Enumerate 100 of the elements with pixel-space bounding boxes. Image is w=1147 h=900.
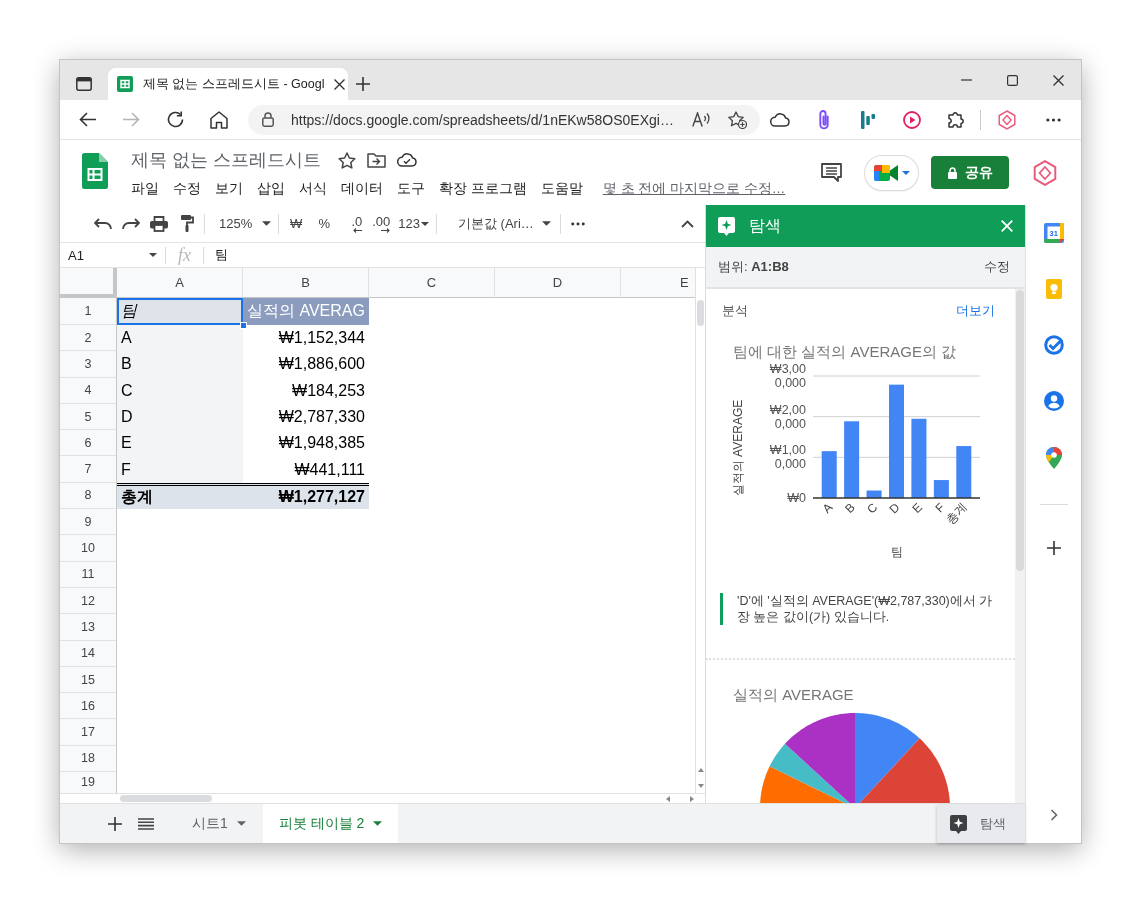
row-header[interactable]: 19 xyxy=(60,772,117,793)
table-cell[interactable]: ₩2,787,330 xyxy=(243,403,369,431)
row-header[interactable]: 12 xyxy=(60,587,117,615)
scrollbar-thumb[interactable] xyxy=(1016,290,1024,571)
row-header[interactable]: 6 xyxy=(60,430,117,457)
row-header[interactable]: 2 xyxy=(60,325,117,352)
row-header[interactable]: 3 xyxy=(60,351,117,378)
plus-icon[interactable] xyxy=(356,77,370,91)
decrease-decimal-button[interactable]: .0 xyxy=(338,209,367,238)
address-field[interactable]: https://docs.google.com/spreadsheets/d/1nEKw58OS0EXgi… xyxy=(248,104,760,135)
table-cell[interactable]: B xyxy=(117,351,243,378)
table-cell[interactable]: F xyxy=(117,456,243,483)
home-icon[interactable] xyxy=(210,110,228,129)
column-header[interactable]: A xyxy=(117,268,243,298)
scroll-right-icon[interactable] xyxy=(690,795,694,802)
redo-icon[interactable] xyxy=(122,218,140,229)
row-header[interactable]: 11 xyxy=(60,561,117,588)
comment-icon[interactable] xyxy=(821,163,842,182)
row-header[interactable]: 9 xyxy=(60,509,117,536)
row-header[interactable]: 17 xyxy=(60,719,117,746)
reload-icon[interactable] xyxy=(166,111,184,128)
check-circle-icon[interactable] xyxy=(1043,335,1064,355)
window-icon[interactable] xyxy=(76,77,92,91)
close-icon[interactable] xyxy=(1052,74,1064,86)
column-header[interactable]: E xyxy=(621,268,695,298)
table-cell[interactable]: D xyxy=(117,403,243,431)
table-cell[interactable]: ₩1,886,600 xyxy=(243,351,369,378)
paint-roller-icon[interactable] xyxy=(180,215,194,232)
sheet-tab[interactable]: 시트1 xyxy=(180,804,256,843)
minimize-icon[interactable] xyxy=(960,79,972,81)
menu-item[interactable]: 도구 xyxy=(397,180,425,197)
more-icon[interactable] xyxy=(1045,117,1061,122)
table-cell[interactable]: 총계 xyxy=(117,482,243,510)
table-cell[interactable]: C xyxy=(117,377,243,404)
column-header[interactable]: B xyxy=(243,268,369,298)
table-cell[interactable]: ₩184,253 xyxy=(243,377,369,404)
list-icon[interactable] xyxy=(138,817,154,830)
scrollbar-thumb[interactable] xyxy=(120,795,212,802)
spreadsheet-icon[interactable] xyxy=(82,153,108,189)
undo-icon[interactable] xyxy=(94,218,112,229)
row-header[interactable]: 14 xyxy=(60,640,117,667)
table-cell[interactable]: ₩1,948,385 xyxy=(243,430,369,457)
hexagon-icon[interactable] xyxy=(1033,159,1057,186)
print-icon[interactable] xyxy=(150,215,168,232)
column-header[interactable]: C xyxy=(369,268,495,298)
browser-tab[interactable]: 제목 없는 스프레드시트 - Googl xyxy=(108,68,348,100)
number-format-button[interactable]: 123 xyxy=(394,209,433,238)
menu-item[interactable]: 데이터 xyxy=(341,180,383,197)
table-cell[interactable]: ₩1,152,344 xyxy=(243,325,369,352)
row-header[interactable]: 7 xyxy=(60,456,117,483)
row-header[interactable]: 18 xyxy=(60,745,117,773)
formula-field[interactable]: 팀 xyxy=(204,243,705,267)
scroll-left-icon[interactable] xyxy=(666,795,670,802)
cloud-icon[interactable] xyxy=(397,153,417,167)
chevron-up-icon[interactable] xyxy=(680,219,694,228)
table-cell[interactable]: A xyxy=(117,325,243,352)
last-edit-link[interactable]: 몇 초 전에 마지막으로 수정… xyxy=(602,180,786,197)
puzzle-icon[interactable] xyxy=(947,111,965,128)
table-cell[interactable]: E xyxy=(117,430,243,457)
menu-item[interactable]: 삽입 xyxy=(257,180,285,197)
back-icon[interactable] xyxy=(78,112,96,127)
hexagon-icon[interactable] xyxy=(998,109,1016,130)
percent-button[interactable]: % xyxy=(310,209,339,238)
lock-icon[interactable] xyxy=(262,112,274,127)
plus-icon[interactable] xyxy=(1046,541,1061,555)
sheet-tab[interactable]: 피봇 테이블 2 xyxy=(262,804,399,843)
currency-button[interactable]: ₩ xyxy=(282,209,311,238)
zoom-select[interactable]: 125% xyxy=(208,209,276,238)
plus-icon[interactable] xyxy=(108,816,122,831)
chevron-right-icon[interactable] xyxy=(1049,809,1058,821)
menu-item[interactable]: 보기 xyxy=(215,180,243,197)
star-icon[interactable] xyxy=(338,151,356,169)
more-icon[interactable] xyxy=(570,221,585,226)
table-cell[interactable]: ₩1,277,127 xyxy=(243,482,369,510)
edit-link[interactable]: 수정 xyxy=(984,258,1010,276)
explore-button[interactable]: 탐색 xyxy=(937,805,1025,843)
menu-item[interactable]: 도움말 xyxy=(540,180,583,197)
row-header[interactable]: 15 xyxy=(60,666,117,694)
increase-decimal-button[interactable]: .00 xyxy=(366,209,395,238)
menu-item[interactable]: 확장 프로그램 xyxy=(439,180,527,197)
close-icon[interactable] xyxy=(334,78,346,90)
row-header[interactable]: 8 xyxy=(60,482,117,510)
favorite-add-icon[interactable] xyxy=(727,110,747,129)
row-header[interactable]: 16 xyxy=(60,693,117,720)
row-header[interactable]: 10 xyxy=(60,535,117,562)
column-header[interactable]: D xyxy=(495,268,621,298)
menu-item[interactable]: 수정 xyxy=(173,180,201,197)
play-icon[interactable] xyxy=(903,110,921,129)
row-header[interactable]: 13 xyxy=(60,614,117,641)
cloud-icon[interactable] xyxy=(770,112,790,127)
fill-handle-icon[interactable] xyxy=(240,322,247,329)
scrollbar-thumb[interactable] xyxy=(697,300,704,326)
document-title[interactable]: 제목 없는 스프레드시트 xyxy=(131,148,321,172)
read-aloud-icon[interactable] xyxy=(691,112,710,127)
table-cell[interactable]: ₩441,111 xyxy=(243,456,369,483)
folder-icon[interactable] xyxy=(367,152,386,168)
menu-item[interactable]: 서식 xyxy=(299,180,327,197)
scroll-down-icon[interactable] xyxy=(697,784,704,788)
row-header[interactable]: 1 xyxy=(60,298,117,325)
row-header[interactable]: 4 xyxy=(60,377,117,404)
